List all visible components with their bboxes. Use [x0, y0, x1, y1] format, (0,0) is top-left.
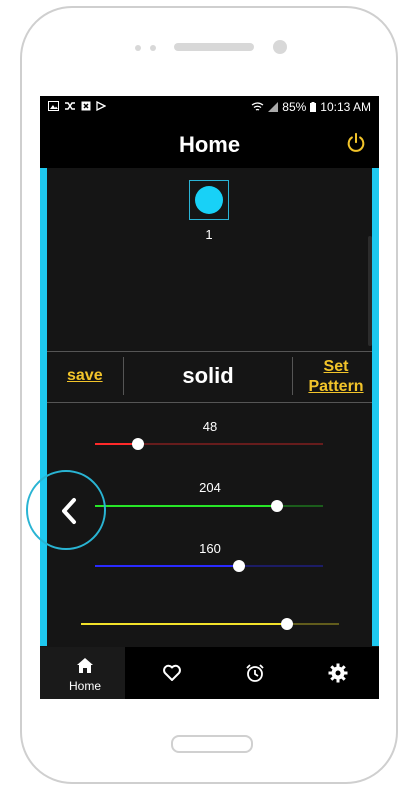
- brightness-slider[interactable]: [81, 618, 339, 630]
- heart-icon: [163, 664, 181, 681]
- power-icon[interactable]: [345, 132, 367, 154]
- wifi-icon: [251, 102, 264, 111]
- app-screen: 85% 10:13 AM Home 1 save solid Set Patte…: [40, 96, 379, 699]
- green-slider-fill: [95, 505, 277, 507]
- green-slider[interactable]: [95, 500, 323, 512]
- back-button[interactable]: [26, 470, 106, 550]
- app-badge-icon: [81, 101, 91, 111]
- sensor-dot: [135, 45, 141, 51]
- green-slider-thumb[interactable]: [271, 500, 283, 512]
- green-value: 204: [199, 480, 221, 495]
- home-icon: [77, 658, 93, 673]
- bottom-navigation: Home: [40, 647, 379, 699]
- set-pattern-label-line1: Set: [323, 358, 349, 375]
- signal-icon: [268, 102, 279, 112]
- light-number: 1: [205, 227, 213, 242]
- page-title: Home: [178, 132, 241, 157]
- blue-slider[interactable]: [95, 560, 323, 572]
- left-accent-bar: [40, 168, 47, 646]
- battery-percent: 85%: [282, 100, 307, 114]
- pattern-name: solid: [182, 363, 234, 388]
- notification-icons: [48, 101, 106, 111]
- sensor-dot: [150, 45, 156, 51]
- gallery-icon: [48, 101, 59, 111]
- gear-icon: [328, 663, 348, 683]
- hardware-home-button[interactable]: [171, 735, 253, 753]
- front-camera: [273, 40, 287, 54]
- nav-favorites[interactable]: [130, 647, 215, 699]
- light-selector[interactable]: [189, 180, 229, 220]
- blue-value: 160: [199, 541, 221, 556]
- right-accent-bar: [372, 168, 379, 646]
- nav-settings[interactable]: [300, 647, 379, 699]
- play-store-icon: [96, 101, 106, 111]
- red-value: 48: [202, 419, 218, 434]
- set-pattern-button[interactable]: Set Pattern: [303, 357, 369, 397]
- scrollbar[interactable]: [368, 236, 372, 346]
- pattern-control-bar: save solid Set Pattern: [47, 351, 372, 403]
- nav-alarms[interactable]: [215, 647, 300, 699]
- set-pattern-label-line2: Pattern: [308, 378, 364, 395]
- nav-home[interactable]: Home: [40, 647, 125, 699]
- blue-slider-fill: [95, 565, 239, 567]
- save-button[interactable]: save: [67, 367, 103, 385]
- blue-slider-thumb[interactable]: [233, 560, 245, 572]
- clock: 10:13 AM: [320, 100, 371, 114]
- divider: [292, 357, 293, 395]
- app-bar: Home: [40, 120, 379, 168]
- light-color-dot: [195, 186, 223, 214]
- chevron-left-icon: [62, 498, 76, 524]
- green-slider-rest: [277, 505, 323, 507]
- blue-slider-rest: [239, 565, 323, 567]
- speaker-grille: [174, 43, 254, 51]
- red-slider[interactable]: [95, 438, 323, 450]
- status-bar: 85% 10:13 AM: [40, 96, 379, 120]
- brightness-slider-rest: [287, 623, 339, 625]
- red-slider-thumb[interactable]: [132, 438, 144, 450]
- battery-icon: [310, 102, 317, 112]
- shuffle-icon: [65, 102, 75, 110]
- alarm-icon: [246, 664, 264, 682]
- nav-home-label: Home: [68, 679, 101, 693]
- brightness-slider-thumb[interactable]: [281, 618, 293, 630]
- red-slider-rest: [138, 443, 323, 445]
- brightness-slider-fill: [81, 623, 287, 625]
- system-status: 85% 10:13 AM: [251, 100, 371, 114]
